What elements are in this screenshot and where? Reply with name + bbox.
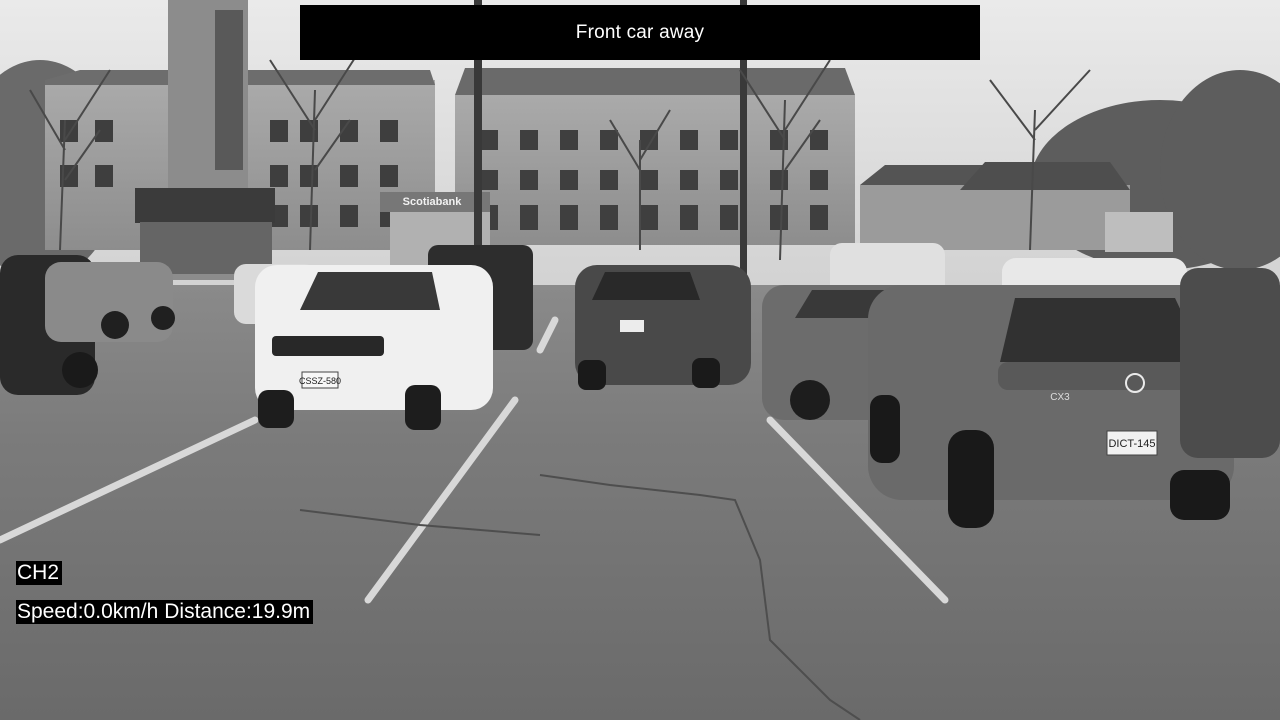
- distance-readout: Distance:19.9m: [164, 600, 311, 623]
- car-right-edge: [1180, 268, 1280, 458]
- alert-banner: Front car away: [300, 5, 980, 60]
- car-white-jeep: CSSZ-580: [255, 265, 493, 430]
- scotiabank-sign: Scotiabank: [403, 196, 463, 208]
- speed-readout: Speed:0.0km/h: [17, 600, 159, 623]
- alert-text: Front car away: [575, 21, 705, 43]
- car-left-grey: [45, 262, 175, 342]
- car-center-suv: [575, 265, 751, 390]
- svg-text:DICT-145: DICT-145: [1108, 438, 1155, 450]
- car-mazda-cx3: DICT-145 CX3: [868, 285, 1234, 528]
- svg-text:CSSZ-580: CSSZ-580: [299, 376, 341, 386]
- svg-text:CX3: CX3: [1050, 392, 1070, 403]
- telemetry-readout: Speed:0.0km/h Distance:19.9m: [16, 600, 314, 624]
- dashcam-view: Scotiabank CSSZ-580 DICT-145 CX3 Front c…: [0, 0, 1280, 720]
- channel-label: CH2: [16, 561, 63, 585]
